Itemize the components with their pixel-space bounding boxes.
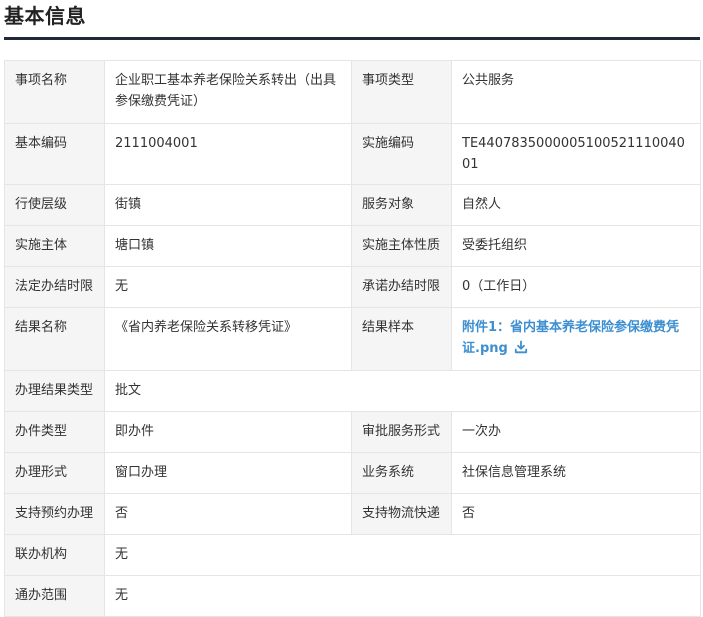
logistics-label: 支持物流快递 bbox=[351, 493, 452, 535]
result-sample-label: 结果样本 bbox=[351, 307, 452, 371]
impl-subject-value: 塘口镇 bbox=[104, 225, 352, 267]
download-icon[interactable] bbox=[514, 340, 528, 354]
impl-code-value: TE440783500000510052111004001 bbox=[451, 123, 701, 185]
item-type-label: 事项类型 bbox=[351, 60, 452, 124]
business-system-label: 业务系统 bbox=[351, 452, 452, 494]
result-sample-link-text[interactable]: 附件1：省内基本养老保险参保缴费凭证.png bbox=[462, 320, 679, 356]
table-row: 结果名称 《省内养老保险关系转移凭证》 结果样本 附件1：省内基本养老保险参保缴… bbox=[4, 307, 701, 371]
business-system-value: 社保信息管理系统 bbox=[451, 452, 701, 494]
table-row: 办件类型 即办件 审批服务形式 一次办 bbox=[4, 411, 701, 453]
joint-agency-value: 无 bbox=[104, 534, 701, 576]
case-type-label: 办件类型 bbox=[4, 411, 105, 453]
table-row: 支持预约办理 否 支持物流快递 否 bbox=[4, 493, 701, 535]
result-type-value: 批文 bbox=[104, 370, 701, 412]
table-row: 办理形式 窗口办理 业务系统 社保信息管理系统 bbox=[4, 452, 701, 494]
reservation-value: 否 bbox=[104, 493, 352, 535]
approval-form-label: 审批服务形式 bbox=[351, 411, 452, 453]
case-type-value: 即办件 bbox=[104, 411, 352, 453]
handling-form-value: 窗口办理 bbox=[104, 452, 352, 494]
legal-time-limit-value: 无 bbox=[104, 266, 352, 308]
logistics-value: 否 bbox=[451, 493, 701, 535]
impl-subject-nature-value: 受委托组织 bbox=[451, 225, 701, 267]
result-name-value: 《省内养老保险关系转移凭证》 bbox=[104, 307, 352, 371]
approval-form-value: 一次办 bbox=[451, 411, 701, 453]
table-row: 基本编码 2111004001 实施编码 TE44078350000051005… bbox=[4, 123, 701, 185]
item-name-label: 事项名称 bbox=[4, 60, 105, 124]
service-target-value: 自然人 bbox=[451, 184, 701, 226]
impl-subject-label: 实施主体 bbox=[4, 225, 105, 267]
general-scope-value: 无 bbox=[104, 575, 701, 617]
reservation-label: 支持预约办理 bbox=[4, 493, 105, 535]
promised-time-limit-value: 0（工作日） bbox=[451, 266, 701, 308]
item-type-value: 公共服务 bbox=[451, 60, 701, 124]
section-title: 基本信息 bbox=[4, 4, 86, 28]
impl-code-label: 实施编码 bbox=[351, 123, 452, 185]
table-row: 事项名称 企业职工基本养老保险关系转出（出具参保缴费凭证） 事项类型 公共服务 bbox=[4, 60, 701, 124]
table-row: 法定办结时限 无 承诺办结时限 0（工作日） bbox=[4, 266, 701, 308]
basic-code-value: 2111004001 bbox=[104, 123, 352, 185]
promised-time-limit-label: 承诺办结时限 bbox=[351, 266, 452, 308]
exercise-level-value: 街镇 bbox=[104, 184, 352, 226]
basic-code-label: 基本编码 bbox=[4, 123, 105, 185]
joint-agency-label: 联办机构 bbox=[4, 534, 105, 576]
table-row: 实施主体 塘口镇 实施主体性质 受委托组织 bbox=[4, 225, 701, 267]
result-sample-cell: 附件1：省内基本养老保险参保缴费凭证.png bbox=[451, 307, 701, 371]
impl-subject-nature-label: 实施主体性质 bbox=[351, 225, 452, 267]
table-row: 行使层级 街镇 服务对象 自然人 bbox=[4, 184, 701, 226]
section-header: 基本信息 bbox=[0, 0, 703, 41]
table-row: 办理结果类型 批文 bbox=[4, 370, 701, 412]
title-underline bbox=[4, 37, 700, 40]
handling-form-label: 办理形式 bbox=[4, 452, 105, 494]
table-row: 联办机构 无 bbox=[4, 534, 701, 576]
item-name-value: 企业职工基本养老保险关系转出（出具参保缴费凭证） bbox=[104, 60, 352, 124]
general-scope-label: 通办范围 bbox=[4, 575, 105, 617]
result-sample-link[interactable]: 附件1：省内基本养老保险参保缴费凭证.png bbox=[462, 320, 679, 356]
table-row: 通办范围 无 bbox=[4, 575, 701, 617]
result-name-label: 结果名称 bbox=[4, 307, 105, 371]
basic-info-table: 事项名称 企业职工基本养老保险关系转出（出具参保缴费凭证） 事项类型 公共服务 … bbox=[4, 60, 701, 617]
legal-time-limit-label: 法定办结时限 bbox=[4, 266, 105, 308]
service-target-label: 服务对象 bbox=[351, 184, 452, 226]
result-type-label: 办理结果类型 bbox=[4, 370, 105, 412]
exercise-level-label: 行使层级 bbox=[4, 184, 105, 226]
